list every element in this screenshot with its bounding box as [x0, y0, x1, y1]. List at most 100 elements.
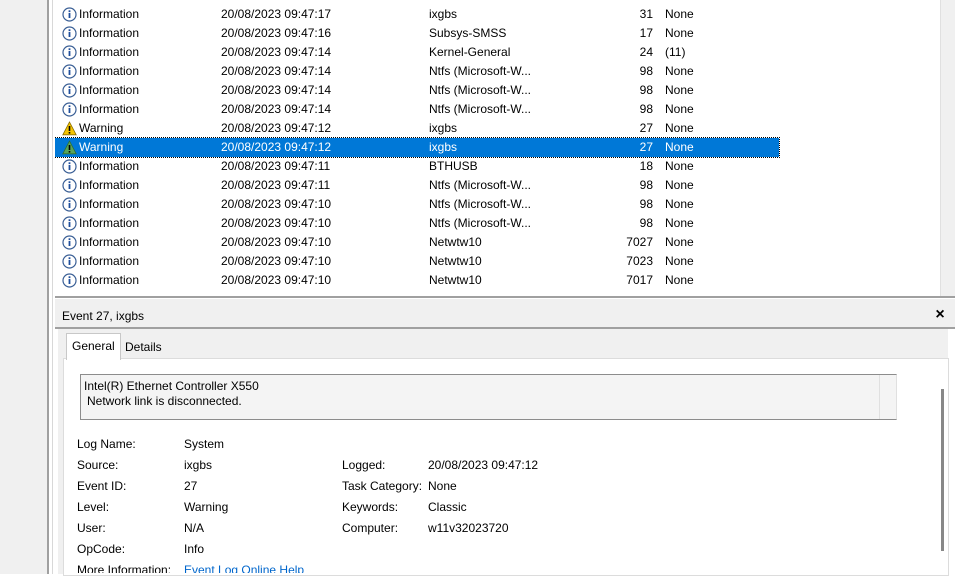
event-datetime: 20/08/2023 09:47:14 — [221, 45, 332, 59]
event-task-category: None — [665, 102, 694, 116]
event-datetime: 20/08/2023 09:47:17 — [221, 7, 332, 21]
event-datetime: 20/08/2023 09:47:11 — [221, 159, 331, 173]
event-level: Information — [79, 45, 140, 59]
horizontal-splitter[interactable] — [55, 296, 955, 298]
online-help-link[interactable]: Event Log Online Help — [184, 563, 304, 573]
event-id: 27 — [639, 140, 653, 154]
info-icon — [62, 26, 77, 41]
event-level: Information — [79, 254, 140, 268]
computer-label: Computer: — [342, 521, 399, 535]
tab-general[interactable]: General — [66, 333, 121, 360]
warning-icon — [62, 121, 77, 136]
event-row[interactable]: Information 20/08/2023 09:47:16 Subsys-SMS… — [55, 24, 779, 43]
close-icon[interactable]: × — [931, 306, 949, 324]
event-id-value: 27 — [184, 479, 198, 493]
event-row[interactable]: Information 20/08/2023 09:47:14 Ntfs (Micr… — [55, 81, 779, 100]
source-value: ixgbs — [184, 458, 213, 472]
event-task-category: None — [665, 83, 694, 97]
event-source: ixgbs — [429, 7, 458, 21]
log-name-value: System — [184, 437, 225, 451]
event-row[interactable]: Information 20/08/2023 09:47:11 BTHUSB 18 No… — [55, 157, 779, 176]
event-details-pane: Event 27, ixgbs × General Details Intel(… — [55, 299, 955, 576]
event-row[interactable]: Warning 20/08/2023 09:47:12 ixgbs 27 None — [55, 119, 779, 138]
info-icon — [62, 273, 77, 288]
event-id: 98 — [639, 64, 653, 78]
message-line-2: Network link is disconnected. — [87, 394, 242, 408]
event-source: Ntfs (Microsoft-W... — [429, 216, 531, 230]
event-datetime: 20/08/2023 09:47:10 — [221, 273, 332, 287]
event-id: 24 — [639, 45, 653, 59]
left-navigation-pane — [0, 0, 47, 574]
event-source: ixgbs — [429, 121, 458, 135]
event-message-box[interactable]: Intel(R) Ethernet Controller X550 Networ… — [80, 374, 897, 420]
details-scrollbar-thumb[interactable] — [941, 389, 944, 551]
event-level: Information — [79, 159, 140, 173]
event-level: Information — [79, 83, 140, 97]
pane-splitter[interactable] — [47, 0, 49, 574]
event-row[interactable]: Information 20/08/2023 09:47:10 Netwtw10 70… — [55, 252, 779, 271]
event-task-category: (11) — [665, 45, 686, 59]
event-datetime: 20/08/2023 09:47:11 — [221, 178, 331, 192]
event-source: BTHUSB — [429, 159, 478, 173]
event-row[interactable]: Information 20/08/2023 09:47:10 Netwtw10 70… — [55, 233, 779, 252]
event-datetime: 20/08/2023 09:47:10 — [221, 254, 332, 268]
event-row[interactable]: Information 20/08/2023 09:47:14 Ntfs (Micr… — [55, 62, 779, 81]
message-line-1: Intel(R) Ethernet Controller X550 — [84, 379, 259, 393]
event-list-scrollbar[interactable] — [940, 0, 955, 297]
event-row-selected[interactable]: Warning 20/08/2023 09:47:12 ixgbs 27 None — [55, 137, 780, 158]
computer-value: w11v32023720 — [428, 521, 509, 535]
info-icon — [62, 254, 77, 269]
event-task-category: None — [665, 140, 694, 154]
event-source: Netwtw10 — [429, 254, 482, 268]
event-task-category: None — [665, 26, 694, 40]
event-source: ixgbs — [429, 140, 458, 154]
event-row[interactable]: Information 20/08/2023 09:47:10 Netwtw10 70… — [55, 271, 779, 290]
event-level: Warning — [79, 140, 124, 154]
event-task-category: None — [665, 159, 694, 173]
event-level: Information — [79, 197, 140, 211]
event-id: 98 — [639, 178, 653, 192]
event-level: Information — [79, 26, 140, 40]
opcode-value: Info — [184, 542, 205, 556]
event-source: Kernel-General — [429, 45, 511, 59]
event-task-category: None — [665, 7, 694, 21]
event-task-category: None — [665, 64, 694, 78]
event-source: Subsys-SMSS — [429, 26, 507, 40]
event-datetime: 20/08/2023 09:47:10 — [221, 216, 332, 230]
event-row[interactable]: Information 20/08/2023 09:47:14 Ntfs (Micr… — [55, 100, 779, 119]
event-row[interactable]: Information 20/08/2023 09:47:14 Kernel-Gen… — [55, 43, 779, 62]
event-task-category: None — [665, 121, 694, 135]
event-level: Information — [79, 273, 140, 287]
event-row[interactable]: Information 20/08/2023 09:47:10 Ntfs (Micr… — [55, 195, 779, 214]
source-label: Source: — [77, 458, 119, 472]
event-datetime: 20/08/2023 09:47:14 — [221, 64, 332, 78]
event-task-category: None — [665, 273, 694, 287]
event-id: 31 — [639, 7, 653, 21]
event-row[interactable]: Information 20/08/2023 09:47:17 ixgbs 31 Non… — [55, 5, 779, 24]
level-value: Warning — [184, 500, 229, 514]
event-source: Netwtw10 — [429, 235, 482, 249]
event-task-category: None — [665, 254, 694, 268]
event-level: Warning — [79, 121, 124, 135]
event-source: Ntfs (Microsoft-W... — [429, 178, 531, 192]
event-id: 7023 — [626, 254, 653, 268]
event-level: Information — [79, 7, 140, 21]
event-source: Ntfs (Microsoft-W... — [429, 102, 531, 116]
event-row[interactable]: Information 20/08/2023 09:47:10 Ntfs (Micr… — [55, 214, 779, 233]
general-panel: Intel(R) Ethernet Controller X550 Networ… — [63, 358, 949, 576]
event-list[interactable]: Information 20/08/2023 09:47:17 ixgbs 31 Non… — [55, 0, 955, 297]
info-icon — [62, 216, 77, 231]
info-icon — [62, 178, 77, 193]
event-level: Information — [79, 235, 140, 249]
event-row[interactable]: Information 20/08/2023 09:47:11 Ntfs (Micr… — [55, 176, 779, 195]
keywords-label: Keywords: — [342, 500, 399, 514]
level-label: Level: — [77, 500, 110, 514]
event-source: Ntfs (Microsoft-W... — [429, 197, 531, 211]
details-scrollbar[interactable] — [937, 373, 945, 573]
more-info-label: More Information: — [77, 563, 172, 573]
event-level: Information — [79, 64, 140, 78]
message-scrollbar-divider — [879, 375, 880, 419]
tab-details[interactable]: Details — [120, 336, 167, 358]
task-category-value: None — [428, 479, 457, 493]
event-datetime: 20/08/2023 09:47:14 — [221, 102, 332, 116]
